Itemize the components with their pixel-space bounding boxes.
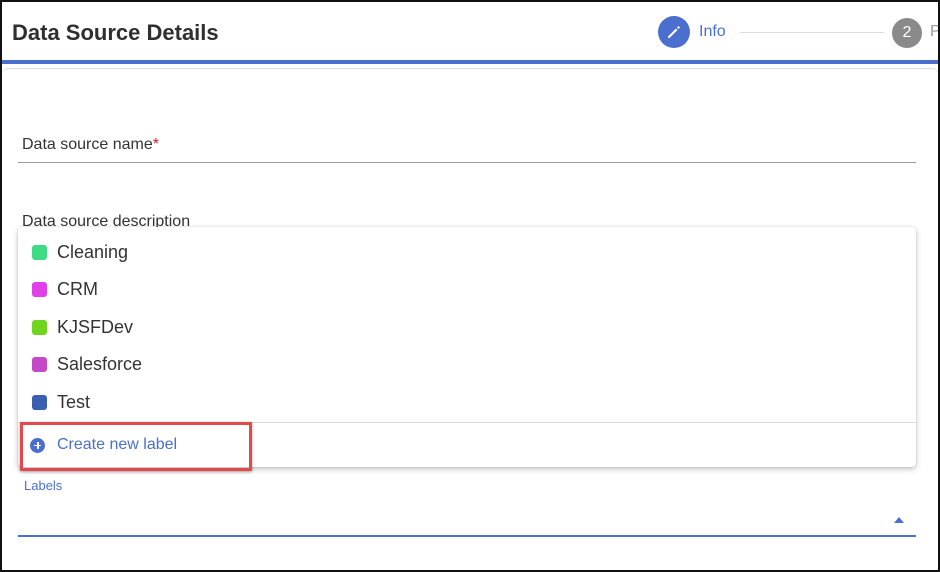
labels-select-field[interactable] bbox=[18, 535, 916, 537]
step-info-label[interactable]: Info bbox=[699, 23, 726, 41]
menu-divider bbox=[18, 422, 916, 423]
color-swatch bbox=[32, 320, 47, 335]
color-swatch bbox=[32, 357, 47, 372]
label-option-cleaning[interactable]: Cleaning bbox=[18, 234, 916, 271]
label-option-test[interactable]: Test bbox=[18, 384, 916, 421]
label-option-text: Cleaning bbox=[57, 242, 129, 262]
pencil-icon bbox=[668, 26, 680, 38]
required-asterisk: * bbox=[152, 136, 159, 153]
step-connector bbox=[740, 32, 884, 33]
plus-circle-icon bbox=[30, 437, 45, 453]
step-info-indicator[interactable] bbox=[658, 16, 690, 48]
data-source-name-label: Data source name* bbox=[22, 136, 159, 154]
step-2-indicator[interactable]: 2 bbox=[892, 18, 922, 48]
label-option-text: KJSFDev bbox=[57, 317, 134, 337]
page-title: Data Source Details bbox=[12, 20, 219, 45]
label-option-salesforce[interactable]: Salesforce bbox=[18, 346, 916, 383]
color-swatch bbox=[32, 245, 47, 260]
form-card bbox=[2, 68, 938, 76]
labels-dropdown-menu: Cleaning CRM KJSFDev Salesforce Test Cre… bbox=[18, 227, 916, 467]
label-option-text: CRM bbox=[57, 279, 98, 299]
data-source-name-field[interactable] bbox=[18, 162, 916, 163]
step-2-label[interactable]: P bbox=[930, 23, 938, 41]
caret-up-icon[interactable] bbox=[894, 517, 904, 523]
create-new-label-text: Create new label bbox=[57, 436, 178, 453]
color-swatch bbox=[32, 282, 47, 297]
label-option-crm[interactable]: CRM bbox=[18, 271, 916, 308]
name-label-text: Data source name bbox=[22, 136, 153, 153]
label-option-text: Salesforce bbox=[57, 354, 143, 374]
header: Data Source Details Info 2 P bbox=[2, 2, 938, 64]
label-option-kjsfdev[interactable]: KJSFDev bbox=[18, 309, 916, 346]
labels-field-caption: Labels bbox=[24, 478, 63, 493]
app-window: Data Source Details Info 2 P Data source… bbox=[0, 0, 940, 572]
color-swatch bbox=[32, 395, 47, 410]
label-option-text: Test bbox=[57, 392, 91, 412]
create-new-label-button[interactable]: Create new label bbox=[18, 427, 318, 463]
